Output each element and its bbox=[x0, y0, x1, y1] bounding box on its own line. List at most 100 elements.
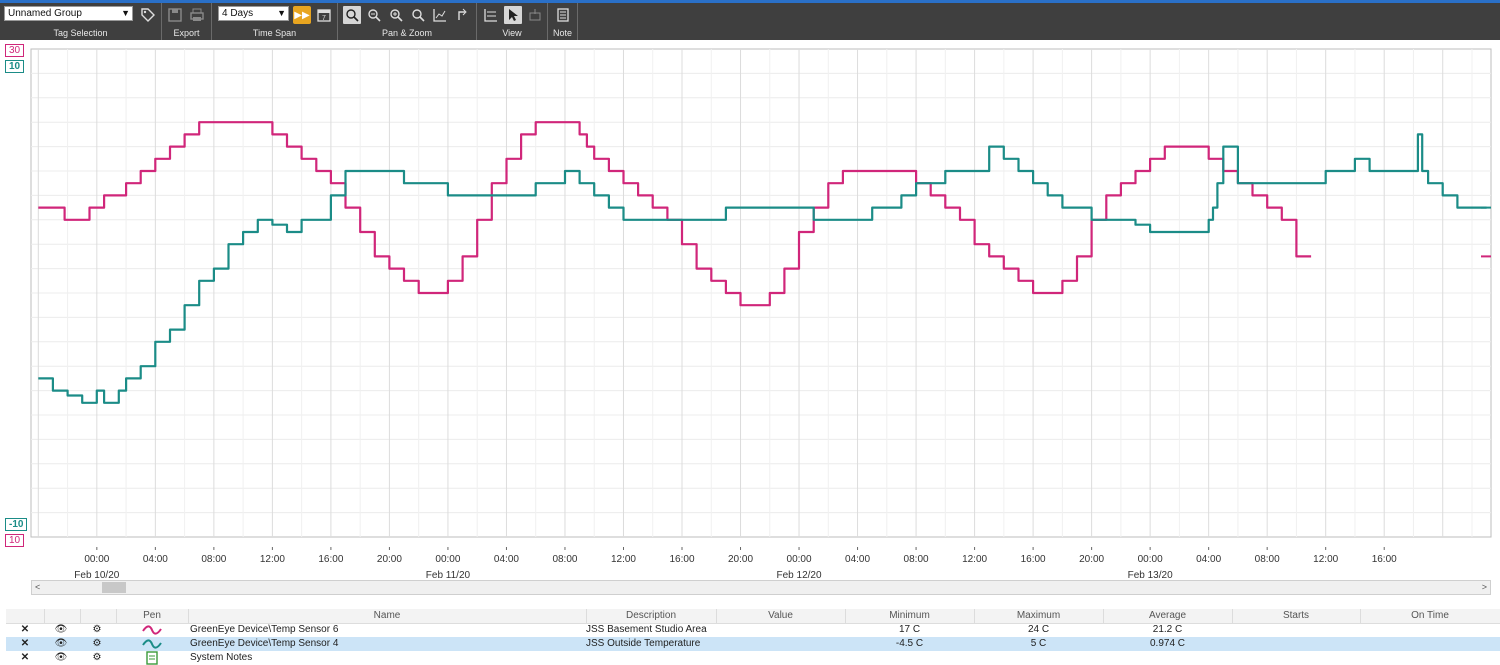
header-visible-col bbox=[44, 609, 81, 623]
delete-icon[interactable]: ✕ bbox=[16, 651, 34, 665]
save-icon[interactable] bbox=[166, 6, 184, 24]
pen-on-time bbox=[1360, 637, 1500, 651]
x-tick-label: 04:00 bbox=[1196, 554, 1221, 565]
x-tick-label: 20:00 bbox=[1079, 554, 1104, 565]
delete-icon[interactable]: ✕ bbox=[16, 637, 34, 651]
gear-icon[interactable]: ⚙ bbox=[88, 623, 106, 637]
notes-icon bbox=[146, 651, 162, 665]
header-on-time[interactable]: On Time bbox=[1360, 609, 1500, 623]
view-group: View bbox=[477, 3, 548, 40]
group-select[interactable]: Unnamed Group ▼ bbox=[4, 6, 133, 21]
teal-scale-min: -10 bbox=[5, 518, 28, 531]
pen-description: JSS Outside Temperature bbox=[586, 638, 701, 649]
x-tick-label: 16:00 bbox=[1021, 554, 1046, 565]
x-tick-label: 08:00 bbox=[552, 554, 577, 565]
x-tick-label: 04:00 bbox=[494, 554, 519, 565]
x-tick-label: 20:00 bbox=[728, 554, 753, 565]
export-label: Export bbox=[173, 28, 200, 38]
header-value[interactable]: Value bbox=[716, 609, 846, 623]
zoom-in-icon[interactable] bbox=[387, 6, 405, 24]
table-row[interactable]: ✕ 👁 ⚙ GreenEye Device\Temp Sensor 4 JSS … bbox=[6, 637, 1500, 651]
header-maximum[interactable]: Maximum bbox=[974, 609, 1104, 623]
x-tick-label: 16:00 bbox=[669, 554, 694, 565]
note-label: Note bbox=[552, 28, 572, 38]
note-group: Note bbox=[548, 3, 578, 40]
note-icon[interactable] bbox=[554, 6, 572, 24]
scroll-right-icon[interactable]: > bbox=[1482, 581, 1487, 594]
x-tick-label: 16:00 bbox=[1372, 554, 1397, 565]
header-description[interactable]: Description bbox=[586, 609, 717, 623]
horizontal-scrollbar[interactable]: < > bbox=[31, 580, 1491, 595]
x-tick-label: 04:00 bbox=[143, 554, 168, 565]
gear-icon[interactable]: ⚙ bbox=[88, 637, 106, 651]
table-header: Pen Name Description Value Minimum Maxim… bbox=[6, 609, 1500, 624]
eye-icon[interactable]: 👁 bbox=[52, 651, 70, 665]
chevron-down-icon: ▼ bbox=[277, 8, 286, 18]
x-tick-label: 04:00 bbox=[845, 554, 870, 565]
print-icon[interactable] bbox=[188, 6, 206, 24]
header-name[interactable]: Name bbox=[188, 609, 587, 623]
chart-svg[interactable]: 00:00 04:00 08:00 12:00 16:00 20:00 00:00 04:00… bbox=[0, 40, 1500, 600]
toolbar: Unnamed Group ▼ Tag Selection Export 4 D… bbox=[0, 0, 1500, 40]
x-tick-label: 08:00 bbox=[201, 554, 226, 565]
table-row[interactable]: ✕ 👁 ⚙ GreenEye Device\Temp Sensor 6 JSS … bbox=[6, 623, 1500, 637]
scroll-left-icon[interactable]: < bbox=[35, 581, 40, 594]
time-span-group: 4 Days ▼ ▶▶ 7 Time Span bbox=[212, 3, 338, 40]
pink-scale-max: 30 bbox=[5, 44, 25, 57]
pen-value bbox=[716, 623, 845, 637]
scroll-thumb[interactable] bbox=[102, 582, 126, 593]
pen-minimum: 17 C bbox=[898, 624, 921, 635]
pen-swatch-icon bbox=[142, 623, 166, 637]
calendar-icon[interactable]: 7 bbox=[315, 6, 333, 24]
axis-zoom-icon[interactable] bbox=[431, 6, 449, 24]
stacked-view-icon[interactable] bbox=[482, 6, 500, 24]
export-group: Export bbox=[162, 3, 212, 40]
gear-icon[interactable]: ⚙ bbox=[88, 651, 106, 665]
crosshair-icon[interactable] bbox=[526, 6, 544, 24]
timespan-select-value: 4 Days bbox=[222, 8, 254, 19]
play-live-icon[interactable]: ▶▶ bbox=[293, 6, 311, 24]
zoom-box-icon[interactable] bbox=[343, 6, 361, 24]
x-tick-label: 12:00 bbox=[1313, 554, 1338, 565]
pen-description bbox=[586, 651, 716, 665]
cursor-icon[interactable] bbox=[504, 6, 522, 24]
tag-icon[interactable] bbox=[139, 6, 157, 24]
pen-starts bbox=[1232, 637, 1360, 651]
teal-scale-max: 10 bbox=[5, 60, 25, 73]
pen-description: JSS Basement Studio Area bbox=[586, 624, 707, 635]
eye-icon[interactable]: 👁 bbox=[52, 623, 70, 637]
pen-value bbox=[716, 637, 845, 651]
x-tick-label: 08:00 bbox=[904, 554, 929, 565]
view-label: View bbox=[502, 28, 522, 38]
pen-average: 21.2 C bbox=[1152, 624, 1183, 635]
x-tick-label: 20:00 bbox=[377, 554, 402, 565]
undo-zoom-icon[interactable] bbox=[453, 6, 471, 24]
pen-average: 0.974 C bbox=[1149, 638, 1186, 649]
header-settings-col bbox=[80, 609, 117, 623]
tag-selection-group: Unnamed Group ▼ Tag Selection bbox=[0, 3, 162, 40]
x-tick-label: 00:00 bbox=[787, 554, 812, 565]
header-minimum[interactable]: Minimum bbox=[845, 609, 975, 623]
x-tick-label: 08:00 bbox=[1255, 554, 1280, 565]
x-tick-label: 00:00 bbox=[84, 554, 109, 565]
pen-starts bbox=[1232, 623, 1360, 637]
header-average[interactable]: Average bbox=[1103, 609, 1233, 623]
x-tick-label: 12:00 bbox=[260, 554, 285, 565]
header-starts[interactable]: Starts bbox=[1232, 609, 1361, 623]
pen-minimum: -4.5 C bbox=[895, 638, 924, 649]
timespan-select[interactable]: 4 Days ▼ bbox=[218, 6, 289, 21]
delete-icon[interactable]: ✕ bbox=[16, 623, 34, 637]
zoom-out-icon[interactable] bbox=[365, 6, 383, 24]
table-row[interactable]: ✕ 👁 ⚙ System Notes bbox=[6, 651, 1500, 665]
zoom-fit-icon[interactable] bbox=[409, 6, 427, 24]
pen-on-time bbox=[1360, 623, 1500, 637]
pen-name: GreenEye Device\Temp Sensor 4 bbox=[190, 638, 339, 649]
header-pen[interactable]: Pen bbox=[116, 609, 189, 623]
pan-zoom-group: Pan & Zoom bbox=[338, 3, 477, 40]
eye-icon[interactable]: 👁 bbox=[52, 637, 70, 651]
time-span-label: Time Span bbox=[252, 28, 297, 38]
pen-name: System Notes bbox=[190, 652, 253, 663]
trend-chart[interactable]: 00:00 04:00 08:00 12:00 16:00 20:00 00:00 04:00… bbox=[0, 40, 1500, 600]
svg-text:7: 7 bbox=[322, 15, 326, 22]
x-tick-label: 16:00 bbox=[318, 554, 343, 565]
